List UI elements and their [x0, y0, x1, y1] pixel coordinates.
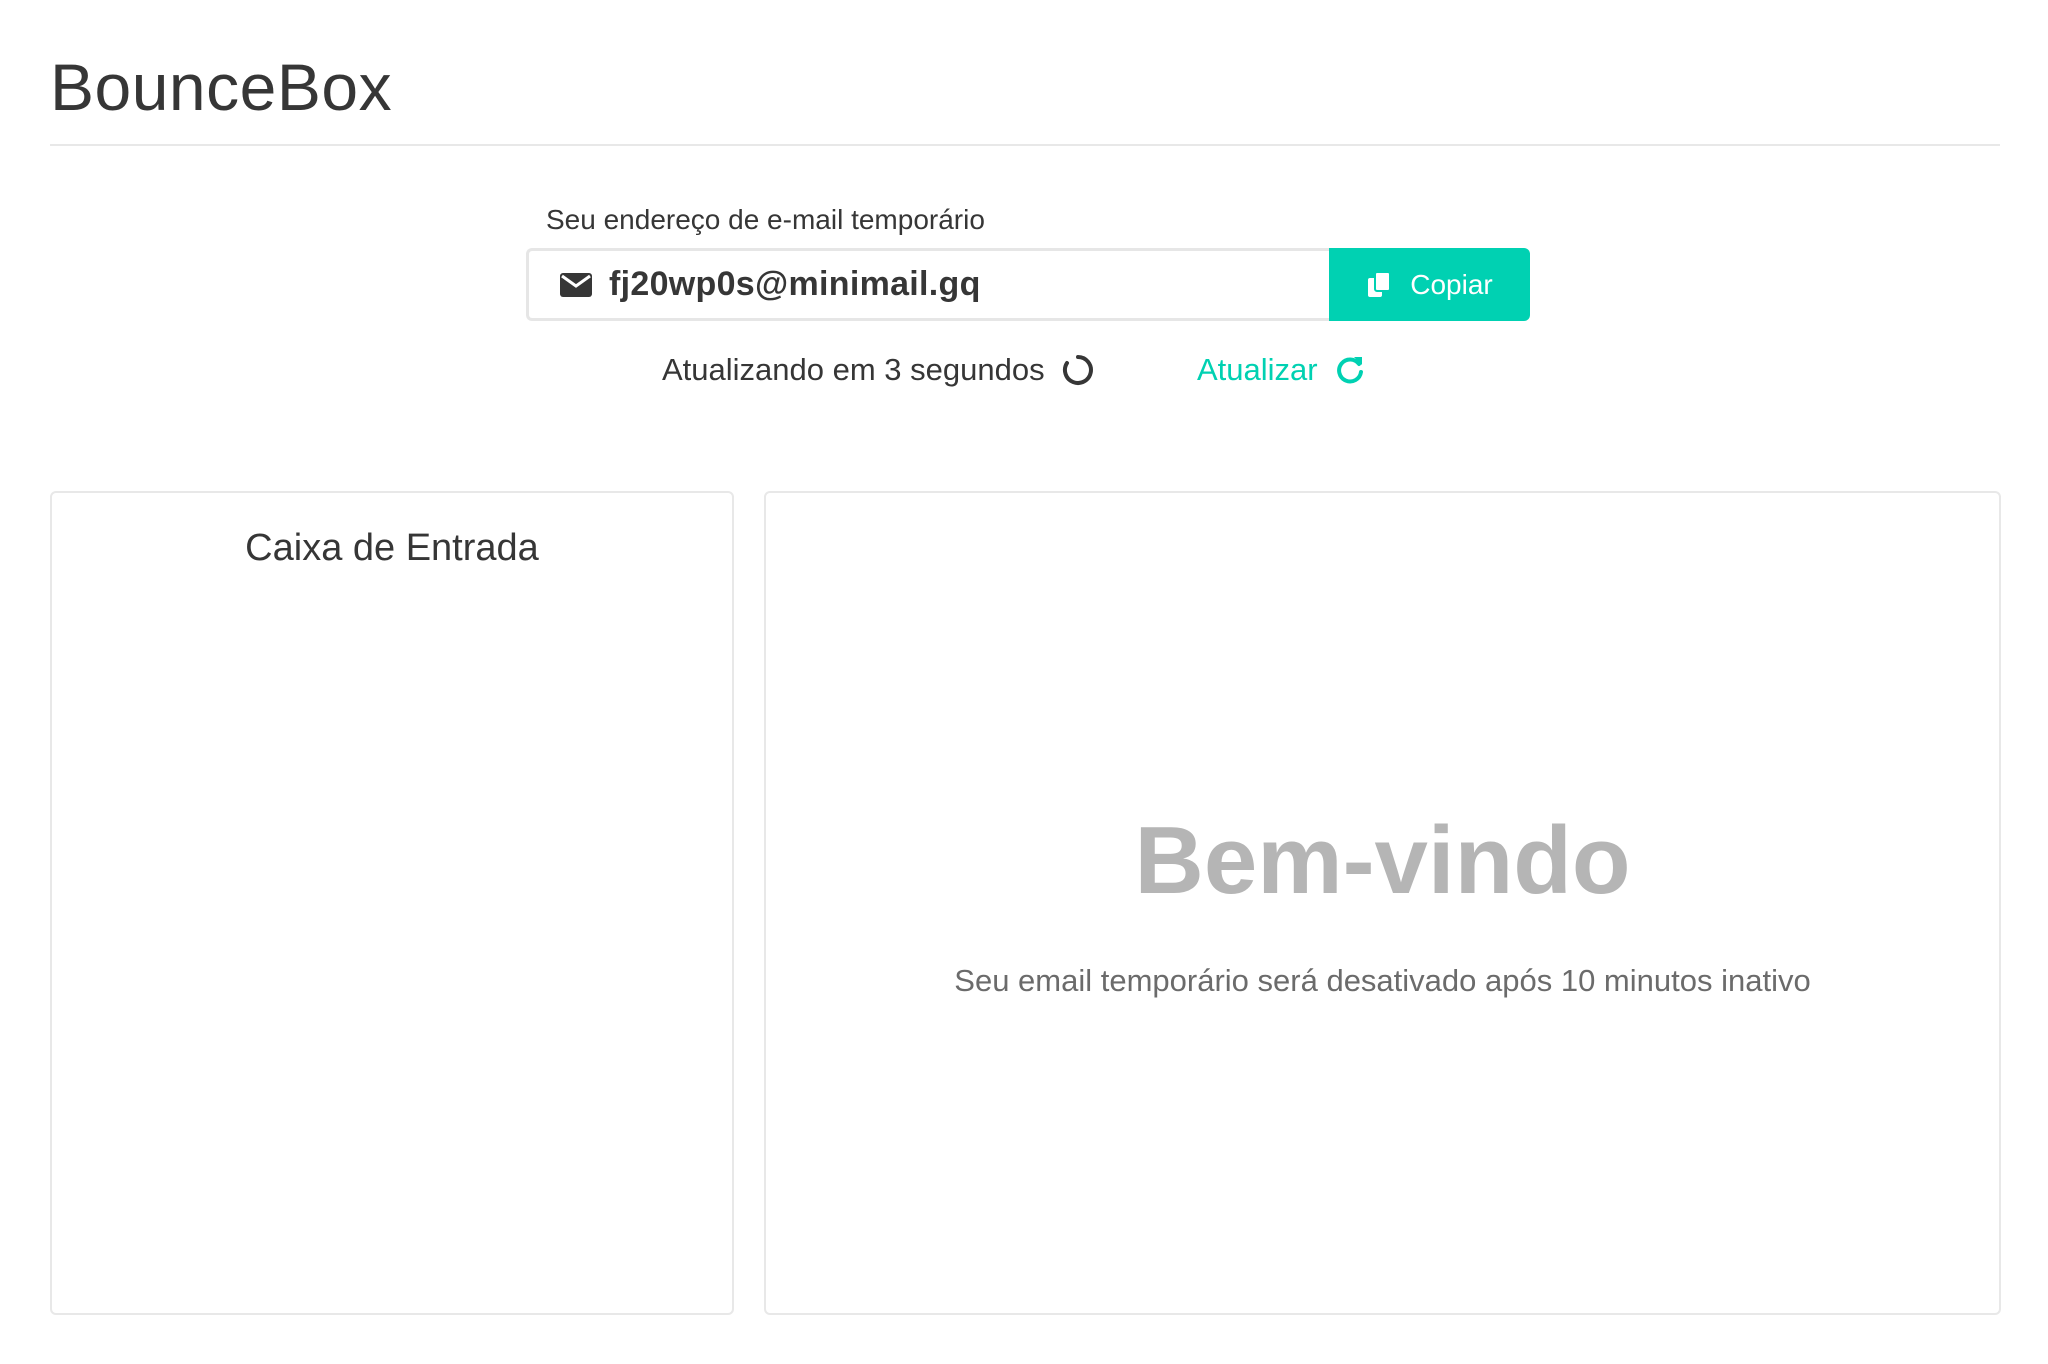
- inbox-panel: Caixa de Entrada: [50, 491, 734, 1315]
- refresh-countdown-text: Atualizando em 3 segundos: [662, 352, 1045, 387]
- refresh-link-label[interactable]: Atualizar: [1197, 352, 1318, 388]
- envelope-icon: [559, 272, 593, 298]
- email-address-field[interactable]: fj20wp0s@minimail.gq: [526, 248, 1330, 321]
- refresh-link[interactable]: Atualizar: [1197, 352, 1366, 388]
- welcome-subtitle: Seu email temporário será desativado apó…: [954, 963, 1811, 998]
- copy-button-label: Copiar: [1410, 268, 1493, 300]
- email-field-label: Seu endereço de e-mail temporário: [546, 204, 985, 235]
- welcome-title: Bem-vindo: [1134, 807, 1631, 914]
- spinner-icon: [1061, 353, 1095, 387]
- redo-icon[interactable]: [1334, 354, 1366, 386]
- app-title: BounceBox: [50, 50, 393, 124]
- refresh-countdown: Atualizando em 3 segundos: [662, 352, 1095, 388]
- copy-button[interactable]: Copiar: [1329, 248, 1530, 321]
- email-address-value[interactable]: fj20wp0s@minimail.gq: [609, 265, 981, 304]
- inbox-title: Caixa de Entrada: [245, 527, 539, 569]
- page-header: BounceBox: [50, 44, 2000, 146]
- copy-icon: [1366, 270, 1392, 299]
- message-viewer-panel: Bem-vindo Seu email temporário será desa…: [764, 491, 2001, 1315]
